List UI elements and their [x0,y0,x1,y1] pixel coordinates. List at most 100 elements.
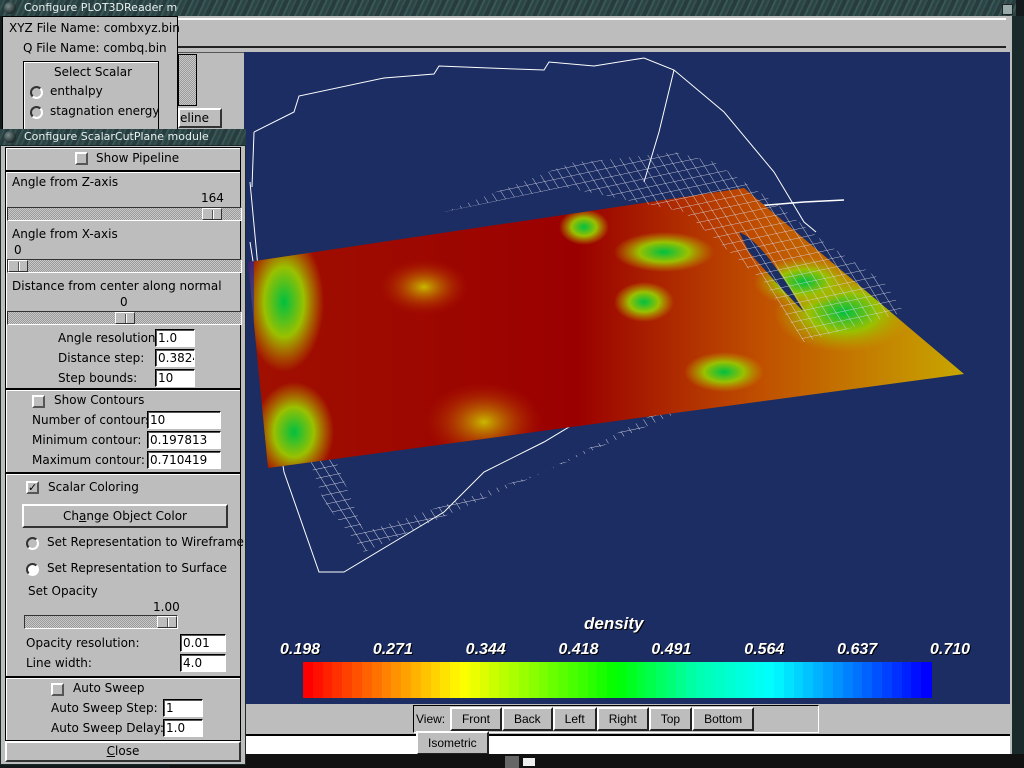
angle-z-label: Angle from Z-axis [12,175,119,189]
distance-slider[interactable] [7,311,242,325]
angle-x-label: Angle from X-axis [12,227,118,241]
angle-x-slider-thumb[interactable] [8,260,28,272]
auto-sweep-delay-label: Auto Sweep Delay: [51,721,164,735]
angle-z-slider-thumb[interactable] [202,208,222,220]
cutplane-window-title: Configure ScalarCutPlane module [24,130,209,143]
main-toolbar-area [176,18,1006,48]
main-window-right-frame [1012,16,1024,768]
angle-z-value: 164 [201,191,224,205]
window-menu-icon[interactable] [4,131,16,143]
main-window-maximize-icon[interactable] [1002,4,1013,15]
step-bounds-input[interactable]: 10 [155,369,195,387]
scalar-coloring-checkbox[interactable]: ✓ [26,481,39,494]
plane-params-section: Angle from Z-axis 164 Angle from X-axis … [5,171,242,389]
close-label: lose [115,744,140,758]
close-mnemonic: C [106,744,116,758]
taskbar-icon[interactable] [523,758,535,766]
min-contour-label: Minimum contour: [32,433,142,447]
distance-step-label: Distance step: [58,351,145,365]
scalar-bar-tick-label: 0.637 [837,641,878,658]
scalar-bar-tick-label: 0.564 [744,641,785,658]
opacity-resolution-label: Opacity resolution: [26,636,140,650]
line-width-input[interactable]: 4.0 [180,654,226,672]
show-contours-label[interactable]: Show Contours [54,393,144,407]
auto-sweep-step-label: Auto Sweep Step: [51,701,158,715]
view-isometric-button[interactable]: Isometric [416,731,489,755]
reader-show-pipeline-button[interactable]: eline [178,108,222,128]
distance-label: Distance from center along normal [12,279,222,293]
distance-step-input[interactable]: 0.3824 [155,349,195,367]
max-contour-label: Maximum contour: [32,453,145,467]
scalar-bar-band [921,662,933,698]
scalar-stagnation-energy-label[interactable]: stagnation energy [50,104,160,118]
render-viewport[interactable]: density 0.198 0.271 0.344 0.418 0.491 0.564 0.… [244,52,1010,704]
scalar-enthalpy-label[interactable]: enthalpy [50,84,103,98]
show-pipeline-label[interactable]: Show Pipeline [96,151,179,165]
auto-sweep-checkbox[interactable] [51,683,64,696]
opacity-value: 1.00 [153,600,180,614]
taskbar [170,754,1024,768]
reader-window: XYZ File Name: combxyz.bin Q File Name: … [2,16,180,143]
opacity-slider-thumb[interactable] [157,616,177,628]
view-front-button[interactable]: Front [449,707,502,731]
auto-sweep-section: Auto Sweep Auto Sweep Step: 1 Auto Sweep… [5,677,241,741]
scalar-bar-tick-label: 0.198 [279,641,321,658]
q-file-label: Q File Name: combq.bin [23,41,167,55]
rep-surface-label[interactable]: Set Representation to Surface [47,561,227,575]
taskbar-item[interactable] [505,756,519,768]
scalar-bar [303,662,933,698]
scalar-stagnation-energy-radio[interactable] [30,106,43,119]
cut-plane-surface [248,188,964,468]
distance-value: 0 [120,295,128,309]
status-bar [176,734,1010,756]
pipeline-canvas[interactable] [178,54,197,106]
angle-x-value: 0 [14,243,22,257]
main-window-titlebar[interactable] [170,0,1016,16]
rep-wireframe-radio[interactable] [26,537,39,550]
appearance-section: ✓ Scalar Coloring Change Object Color Se… [5,473,244,677]
view-right-button[interactable]: Right [596,707,649,731]
rep-surface-radio[interactable] [26,563,39,576]
auto-sweep-delay-input[interactable]: 1.0 [163,719,203,737]
change-object-color-button[interactable]: Change Object Color [22,504,228,528]
step-bounds-label: Step bounds: [58,371,138,385]
reader-window-title: Configure PLOT3DReader module [24,1,178,14]
cutplane-window-titlebar[interactable]: Configure ScalarCutPlane module [0,129,246,145]
scalar-bar-tick-label: 0.491 [651,641,692,658]
reader-window-titlebar[interactable]: Configure PLOT3DReader module [0,0,178,16]
angle-x-slider[interactable] [7,259,242,273]
show-pipeline-checkbox[interactable] [75,152,88,165]
scalar-bar-title: density [584,614,644,633]
view-left-button[interactable]: Left [552,707,597,731]
angle-resolution-input[interactable]: 1.0 [155,329,195,347]
min-contour-input[interactable]: 0.197813 [147,431,221,449]
scalar-bar-tick-label: 0.344 [465,641,506,658]
num-contours-input[interactable]: 10 [147,411,221,429]
window-menu-icon[interactable] [4,2,16,14]
line-width-label: Line width: [26,656,92,670]
reader-show-pipeline-label: eline [180,111,210,125]
view-top-button[interactable]: Top [648,707,693,731]
cutplane-window: Show Pipeline Angle from Z-axis 164 Angl… [0,145,246,765]
show-contours-checkbox[interactable] [32,395,45,408]
distance-slider-thumb[interactable] [115,312,135,324]
max-contour-input[interactable]: 0.710419 [147,451,221,469]
scalar-coloring-label[interactable]: Scalar Coloring [48,480,139,494]
auto-sweep-label[interactable]: Auto Sweep [73,681,145,695]
scene-svg [248,57,964,573]
contours-section: Show Contours Number of contours: 10 Min… [5,389,241,473]
view-label: View: [416,712,446,726]
opacity-resolution-input[interactable]: 0.01 [180,634,226,652]
rep-wireframe-label[interactable]: Set Representation to Wireframe [47,535,244,549]
close-button[interactable]: Close [5,741,241,762]
auto-sweep-step-input[interactable]: 1 [163,699,203,717]
angle-z-slider[interactable] [7,207,242,221]
view-bottom-button[interactable]: Bottom [692,707,755,731]
xyz-file-label: XYZ File Name: combxyz.bin [9,21,180,35]
select-scalar-label: Select Scalar [54,65,133,79]
scalar-enthalpy-radio[interactable] [30,86,43,99]
opacity-label: Set Opacity [28,584,98,598]
view-back-button[interactable]: Back [501,707,553,731]
num-contours-label: Number of contours: [32,413,156,427]
opacity-slider[interactable] [24,615,178,629]
